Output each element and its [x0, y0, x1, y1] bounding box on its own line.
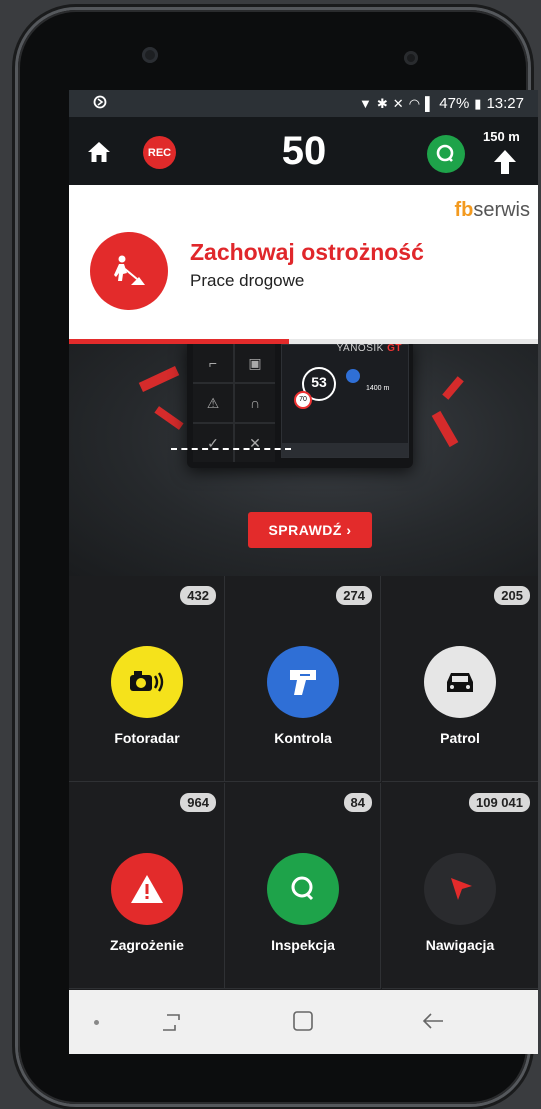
category-tile-inspekcja[interactable]: 84 Inspekcja — [225, 783, 381, 989]
count-badge: 274 — [336, 586, 372, 605]
alert-subtitle: Prace drogowe — [190, 271, 305, 290]
navigation-arrow-icon — [424, 853, 496, 925]
device-keypad: ⌐ ▣ ⚠ ∩ ✓ ✕ — [193, 344, 275, 462]
warning-key-icon: ⚠ — [193, 384, 233, 422]
decor-ribbon — [138, 366, 180, 392]
decor-ribbon — [431, 410, 459, 448]
clock: 13:27 — [486, 95, 524, 112]
brand-logo: fbserwis — [454, 199, 530, 221]
battery-icon: ▮ — [474, 95, 482, 111]
app-screen: ▼ ✱ ✕ ◠ ▌ 47% ▮ 13:27 REC 50 150 m fbser… — [69, 90, 538, 1054]
straight-arrow-icon — [494, 150, 516, 174]
device-distance: 1400 m — [366, 385, 390, 392]
category-tile-kontrola[interactable]: 274 Kontrola — [225, 576, 381, 782]
warning-triangle-icon — [111, 853, 183, 925]
nav-dot — [94, 1020, 99, 1025]
category-tile-fotoradar[interactable]: 432 Fotoradar — [69, 576, 225, 782]
next-maneuver-distance: 150 m — [483, 129, 520, 144]
check-button[interactable]: SPRAWDŹ › — [248, 512, 372, 548]
category-label: Nawigacja — [425, 937, 495, 953]
check-key-icon: ✓ — [193, 424, 233, 462]
count-badge: 432 — [180, 586, 216, 605]
category-tile-nawigacja[interactable]: 109 041 Nawigacja — [382, 783, 538, 989]
category-label: Patrol — [440, 730, 480, 746]
category-label: Fotoradar — [114, 730, 180, 746]
status-bar: ▼ ✱ ✕ ◠ ▌ 47% ▮ 13:27 — [69, 90, 538, 117]
device-screen: YANOSIK GT 53 70 1400 m — [281, 344, 409, 458]
count-badge: 964 — [180, 793, 216, 812]
key-icon: ⌐ — [193, 344, 233, 382]
device-direction-icon — [346, 369, 360, 383]
curve-key-icon: ∩ — [235, 384, 275, 422]
top-bar: REC 50 150 m — [69, 117, 538, 185]
category-label: Kontrola — [274, 730, 332, 746]
category-tile-zagrożenie[interactable]: 964 Zagrożenie — [69, 783, 225, 989]
back-icon[interactable] — [421, 1012, 445, 1030]
home-icon[interactable] — [87, 141, 111, 163]
bluetooth-icon: ✱ — [376, 95, 388, 111]
mute-icon: ✕ — [392, 95, 404, 111]
front-camera — [142, 47, 158, 63]
count-badge: 84 — [343, 793, 372, 812]
current-speed: 50 — [281, 129, 327, 173]
recents-icon[interactable] — [159, 1012, 183, 1034]
device-limit: 70 — [294, 391, 312, 409]
status-icons: ▼ ✱ ✕ ◠ ▌ 47% ▮ 13:27 — [359, 95, 524, 112]
proximity-sensor — [404, 51, 418, 65]
category-label: Zagrożenie — [110, 937, 184, 953]
device-brand: YANOSIK GT — [336, 344, 402, 354]
rec-button[interactable]: REC — [143, 136, 176, 169]
inspection-button[interactable] — [427, 135, 465, 173]
promo-banner[interactable]: ⌐ ▣ ⚠ ∩ ✓ ✕ YANOSIK GT 53 70 1400 m SPRA… — [69, 344, 538, 576]
alert-title: Zachowaj ostrożność — [190, 239, 424, 265]
decor-ribbon — [154, 406, 184, 430]
battery-level: 47% — [439, 95, 470, 112]
roadworks-icon — [90, 232, 168, 310]
system-nav-bar — [69, 990, 538, 1054]
cross-key-icon: ✕ — [235, 424, 275, 462]
inspection-icon — [267, 853, 339, 925]
count-badge: 109 041 — [469, 793, 530, 812]
category-tile-patrol[interactable]: 205 Patrol — [382, 576, 538, 782]
radar-gun-icon — [267, 646, 339, 718]
count-badge: 205 — [494, 586, 530, 605]
police-car-icon — [424, 646, 496, 718]
signal-icon: ▌ — [425, 96, 435, 111]
device-bottom-bar — [282, 443, 408, 457]
location-icon: ▼ — [359, 96, 372, 111]
app-notification-icon — [93, 95, 107, 112]
device-dashes — [171, 448, 291, 452]
category-grid: 432 Fotoradar 274 Kontrola 205 Patrol 964 Zagro… — [69, 576, 538, 990]
decor-ribbon — [442, 376, 464, 400]
home-nav-icon[interactable] — [292, 1010, 314, 1032]
category-label: Inspekcja — [271, 937, 335, 953]
key-icon: ▣ — [235, 344, 275, 382]
phone-frame: ▼ ✱ ✕ ◠ ▌ 47% ▮ 13:27 REC 50 150 m fbser… — [18, 10, 538, 1104]
speed-camera-icon — [111, 646, 183, 718]
inspection-icon — [436, 144, 454, 162]
wifi-icon: ◠ — [408, 95, 421, 111]
alert-card[interactable]: fbserwis Zachowaj ostrożność Prace drogo… — [69, 185, 538, 339]
